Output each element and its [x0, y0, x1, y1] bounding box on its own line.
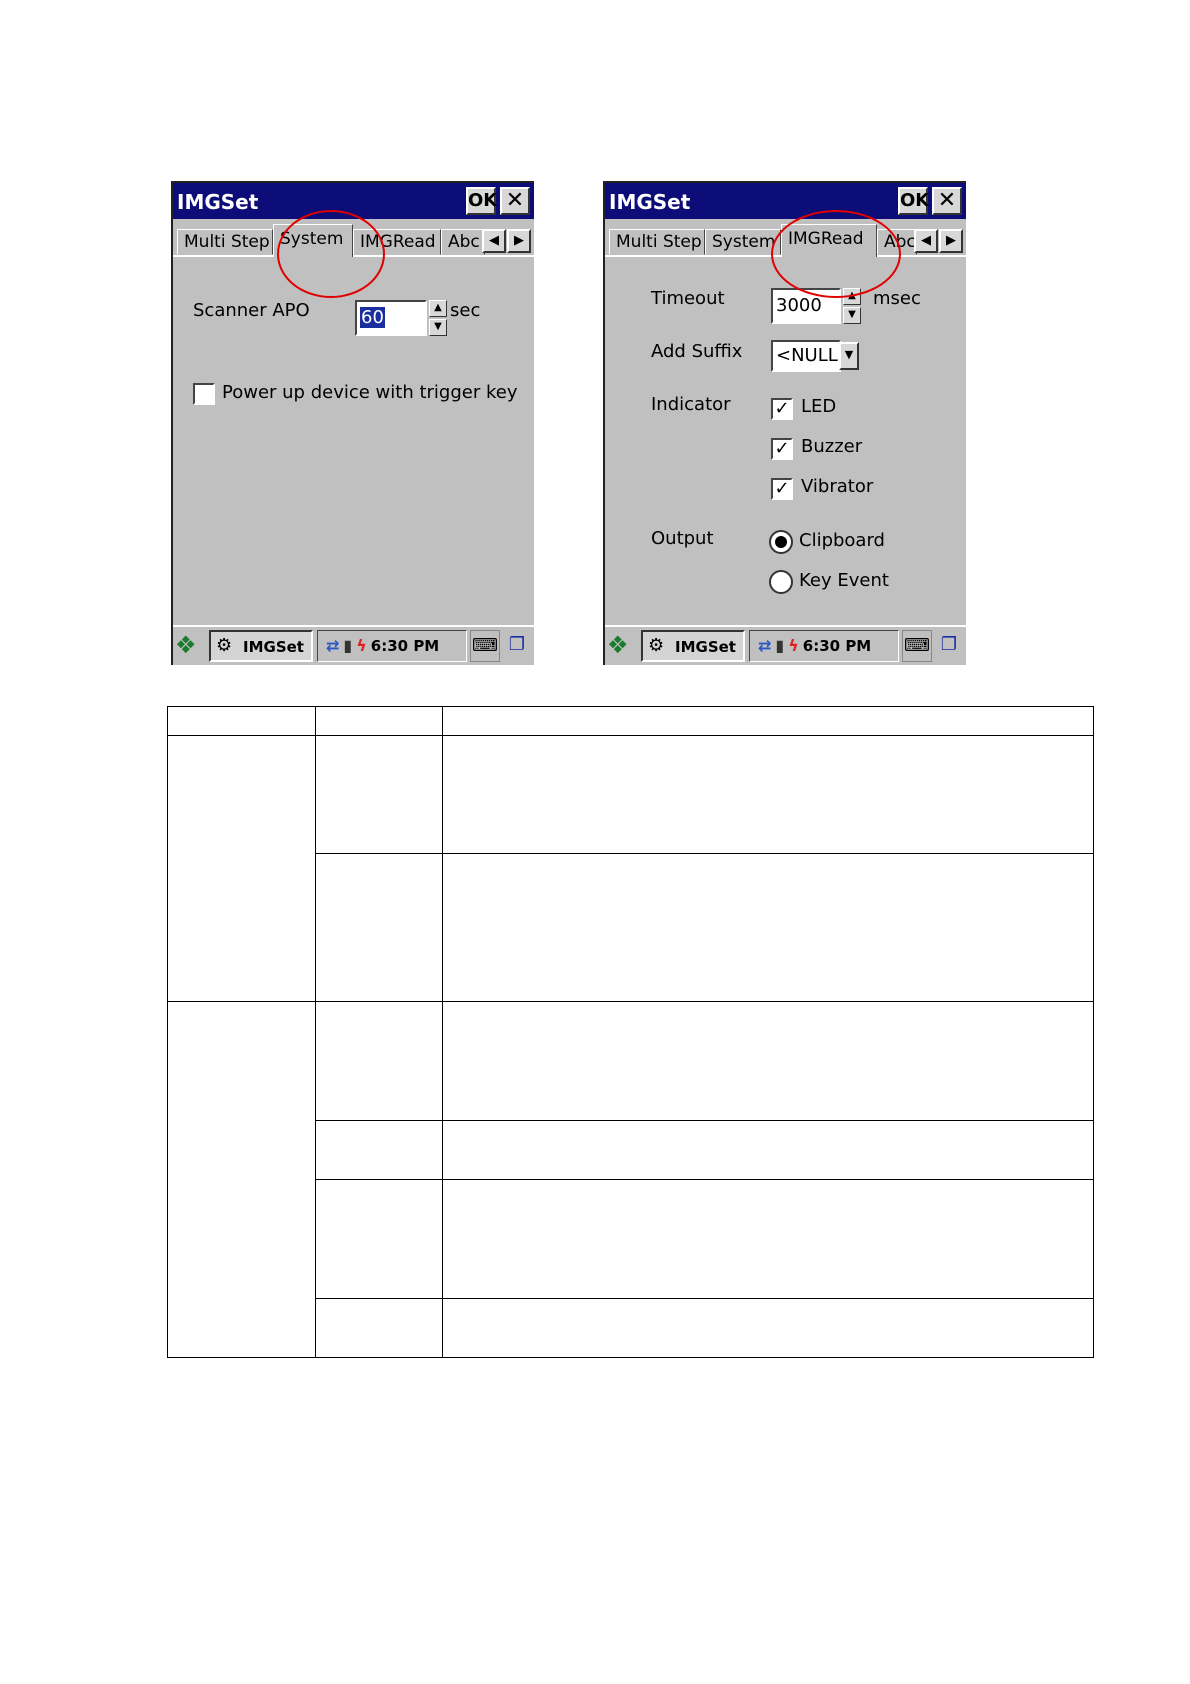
window-title: IMGSet: [609, 190, 691, 214]
screenshot-system-tab: IMGSet OK ✕ Multi Step System IMGRead Ab…: [171, 181, 534, 665]
windows-flag-icon[interactable]: ❖: [175, 630, 205, 662]
settings-table: [167, 706, 1094, 1358]
table-cell: [442, 1179, 1094, 1299]
table-cell: [315, 1001, 443, 1121]
buzzer-checkbox[interactable]: ✓: [771, 438, 793, 460]
window-switch-icon[interactable]: ❐: [934, 630, 964, 662]
timeout-label: Timeout: [651, 288, 725, 309]
spin-down-icon[interactable]: ▼: [429, 319, 447, 336]
chevron-down-icon[interactable]: ▼: [839, 342, 859, 370]
battery-icon[interactable]: ▮: [343, 636, 352, 655]
scanner-apo-spinner[interactable]: ▲ ▼: [429, 300, 447, 336]
window-switch-icon[interactable]: ❐: [502, 630, 532, 662]
indicator-label: Indicator: [651, 394, 731, 415]
add-suffix-select[interactable]: <NULL:: [771, 340, 844, 372]
close-button[interactable]: ✕: [932, 187, 962, 215]
scanner-apo-label: Scanner APO: [193, 300, 310, 321]
table-header-row: [167, 706, 1094, 736]
title-bar: IMGSet OK ✕: [605, 183, 966, 219]
scanner-apo-unit: sec: [450, 300, 481, 321]
led-label: LED: [801, 396, 837, 417]
clipboard-radio[interactable]: [769, 530, 793, 554]
tab-scroll: ◀ ▶: [482, 229, 532, 255]
close-button[interactable]: ✕: [500, 187, 530, 215]
window-title: IMGSet: [177, 190, 259, 214]
vibrator-checkbox[interactable]: ✓: [771, 478, 793, 500]
table-cell: [315, 735, 443, 854]
imgset-app-icon: ⚙: [216, 635, 233, 656]
tab-multi-step[interactable]: Multi Step: [177, 229, 273, 255]
power-icon: ϟ: [356, 636, 367, 655]
timeout-value: 3000: [776, 295, 822, 316]
table-row: [167, 1001, 1094, 1358]
table-cell: [442, 706, 1094, 736]
power-up-label: Power up device with trigger key: [222, 382, 518, 403]
spin-down-icon[interactable]: ▼: [843, 307, 861, 324]
tab-scroll-right-icon[interactable]: ▶: [939, 229, 963, 253]
table-cell: [167, 1001, 316, 1358]
table-cell: [442, 1120, 1094, 1180]
taskbar: ❖ ⚙ IMGSet ⇄ ▮ ϟ 6:30 PM ⌨ ❐: [605, 625, 966, 665]
key-event-label: Key Event: [799, 570, 889, 591]
taskbar-app-label: IMGSet: [675, 638, 736, 656]
keyboard-icon[interactable]: ⌨: [470, 630, 500, 662]
output-label: Output: [651, 528, 714, 549]
add-suffix-value: <NULL:: [776, 345, 844, 366]
tab-system[interactable]: System: [705, 229, 781, 255]
imgset-app-icon: ⚙: [648, 635, 665, 656]
scanner-apo-input[interactable]: 60: [355, 300, 427, 336]
table-cell: [442, 1001, 1094, 1121]
add-suffix-label: Add Suffix: [651, 341, 743, 362]
timeout-unit: msec: [873, 288, 921, 309]
taskbar-app-label: IMGSet: [243, 638, 304, 656]
system-tray: ⇄ ▮ ϟ 6:30 PM: [749, 630, 899, 662]
table-cell: [315, 1179, 443, 1299]
clipboard-label: Clipboard: [799, 530, 885, 551]
windows-flag-icon[interactable]: ❖: [607, 630, 637, 662]
tab-about[interactable]: Abc: [441, 229, 485, 255]
tab-scroll-left-icon[interactable]: ◀: [482, 229, 506, 253]
keyboard-icon[interactable]: ⌨: [902, 630, 932, 662]
tab-multi-step[interactable]: Multi Step: [609, 229, 705, 255]
network-icon[interactable]: ⇄: [758, 636, 771, 655]
tab-scroll-left-icon[interactable]: ◀: [914, 229, 938, 253]
system-tray: ⇄ ▮ ϟ 6:30 PM: [317, 630, 467, 662]
network-icon[interactable]: ⇄: [326, 636, 339, 655]
table-cell: [315, 853, 443, 1002]
tab-scroll-right-icon[interactable]: ▶: [507, 229, 531, 253]
table-cell: [442, 1298, 1094, 1358]
clock: 6:30 PM: [370, 637, 440, 655]
table-cell: [315, 706, 443, 736]
table-cell: [315, 1120, 443, 1180]
tab-scroll: ◀ ▶: [914, 229, 964, 255]
ok-button[interactable]: OK: [898, 187, 929, 215]
power-icon: ϟ: [788, 636, 799, 655]
taskbar-app-button[interactable]: ⚙ IMGSet: [209, 630, 313, 662]
vibrator-label: Vibrator: [801, 476, 874, 497]
clock: 6:30 PM: [802, 637, 872, 655]
key-event-radio[interactable]: [769, 570, 793, 594]
table-cell: [167, 706, 316, 736]
power-up-checkbox[interactable]: [193, 383, 215, 405]
radio-selected-dot: [775, 536, 787, 548]
buzzer-label: Buzzer: [801, 436, 863, 457]
annotation-circle: [277, 210, 385, 298]
taskbar-app-button[interactable]: ⚙ IMGSet: [641, 630, 745, 662]
table-cell: [167, 735, 316, 1002]
ok-button[interactable]: OK: [466, 187, 497, 215]
screenshot-imgread-tab: IMGSet OK ✕ Multi Step System IMGRead Ab…: [603, 181, 966, 665]
table-cell: [315, 1298, 443, 1358]
annotation-circle: [771, 210, 901, 298]
taskbar: ❖ ⚙ IMGSet ⇄ ▮ ϟ 6:30 PM ⌨ ❐: [173, 625, 534, 665]
led-checkbox[interactable]: ✓: [771, 398, 793, 420]
table-cell: [442, 735, 1094, 854]
scanner-apo-value: 60: [360, 307, 385, 328]
table-row: [167, 735, 1094, 1002]
table-cell: [442, 853, 1094, 1002]
spin-up-icon[interactable]: ▲: [429, 300, 447, 317]
battery-icon[interactable]: ▮: [775, 636, 784, 655]
